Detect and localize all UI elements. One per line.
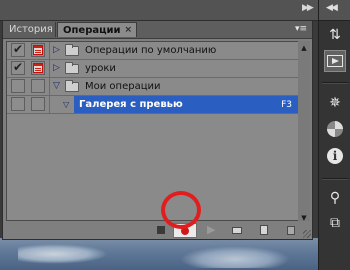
list-item[interactable]: ✔ ▷ Операции по умолчанию <box>7 42 298 60</box>
toggle-item-checkbox[interactable] <box>11 97 25 111</box>
action-set-label: уроки <box>85 63 116 74</box>
column-divider <box>49 60 50 78</box>
dialog-icon <box>33 63 43 73</box>
scroll-up-icon[interactable]: ▲ <box>299 43 309 53</box>
collapse-triangle-icon[interactable]: ▽ <box>63 100 69 110</box>
action-label: Галерея с превью <box>79 99 183 110</box>
panel-title-bar: ▶▶ <box>0 0 318 21</box>
toggle-item-checkbox[interactable]: ✔ <box>11 42 25 57</box>
column-divider <box>49 42 50 60</box>
trash-icon[interactable] <box>285 224 297 236</box>
tab-actions[interactable]: Операции × <box>57 22 137 37</box>
info-glyph: i <box>327 148 343 164</box>
document-image-background <box>0 238 318 270</box>
expand-triangle-icon[interactable]: ▷ <box>53 45 63 55</box>
checkmark-icon: ✔ <box>13 60 24 74</box>
folder-icon <box>65 80 79 92</box>
actions-icon[interactable] <box>324 50 346 72</box>
tab-history[interactable]: История <box>4 22 56 37</box>
dialog-icon <box>33 45 43 55</box>
shortcut-label: F3 <box>281 100 292 110</box>
close-icon[interactable]: × <box>124 23 132 38</box>
action-set-label: Операции по умолчанию <box>85 45 217 56</box>
list-item[interactable]: ✔ ▷ уроки <box>7 60 298 78</box>
play-box-icon <box>327 55 343 67</box>
actions-panel: История Операции × ▾≡ ✔ ▷ Операции по ум… <box>2 20 313 240</box>
stop-icon[interactable] <box>155 224 167 236</box>
action-set-label: Мои операции <box>85 81 161 92</box>
layer-comps-icon[interactable]: ⧉ <box>324 212 346 234</box>
folder-icon <box>65 62 79 74</box>
new-action-icon[interactable] <box>258 224 270 236</box>
new-set-icon[interactable] <box>231 224 243 236</box>
resize-grip-icon[interactable] <box>303 230 311 238</box>
toggle-dialog-checkbox[interactable] <box>31 79 45 93</box>
tab-actions-label: Операции <box>63 25 121 36</box>
info-icon[interactable]: i <box>324 145 346 167</box>
panel-tabs: История Операции × ▾≡ <box>3 21 312 39</box>
panel-menu-icon[interactable]: ▾≡ <box>294 23 308 35</box>
expand-triangle-icon[interactable]: ▷ <box>53 63 63 73</box>
actions-list: ✔ ▷ Операции по умолчанию ✔ ▷ уроки ▽ Мо… <box>6 41 299 221</box>
color-wheel-icon <box>327 121 343 137</box>
panel-dock: ◀◀ ⇅ ✵ i ⚲ ⧉ <box>318 0 350 270</box>
column-divider <box>49 78 50 96</box>
tab-history-label: История <box>9 24 53 35</box>
actions-toolbar: ▶ <box>3 221 312 239</box>
collapse-panels-icon[interactable]: ▶▶ <box>302 3 314 13</box>
checkmark-icon: ✔ <box>13 42 24 56</box>
toggle-dialog-checkbox[interactable] <box>31 61 45 75</box>
folder-icon <box>65 44 79 56</box>
dock-separator <box>322 178 348 180</box>
vertical-scrollbar[interactable]: ▲ ▼ <box>298 41 310 222</box>
navigator-icon[interactable]: ✵ <box>324 92 346 114</box>
toggle-dialog-checkbox[interactable] <box>31 97 45 111</box>
dock-separator <box>322 82 348 84</box>
list-item-selected[interactable]: ▽ Галерея с превью F3 <box>7 96 298 114</box>
collapse-triangle-icon[interactable]: ▽ <box>53 81 63 91</box>
list-item[interactable]: ▽ Мои операции <box>7 78 298 96</box>
record-highlight-circle <box>161 191 201 229</box>
tool-presets-icon[interactable]: ⚲ <box>324 187 346 209</box>
history-icon[interactable]: ⇅ <box>324 24 346 46</box>
toggle-item-checkbox[interactable] <box>11 79 25 93</box>
toggle-dialog-checkbox[interactable] <box>31 43 45 57</box>
play-icon[interactable]: ▶ <box>207 224 219 236</box>
dock-title-bar: ◀◀ <box>319 0 350 21</box>
toggle-item-checkbox[interactable]: ✔ <box>11 60 25 75</box>
expand-dock-icon[interactable]: ◀◀ <box>326 3 338 13</box>
column-divider <box>49 96 50 114</box>
color-icon[interactable] <box>324 118 346 140</box>
